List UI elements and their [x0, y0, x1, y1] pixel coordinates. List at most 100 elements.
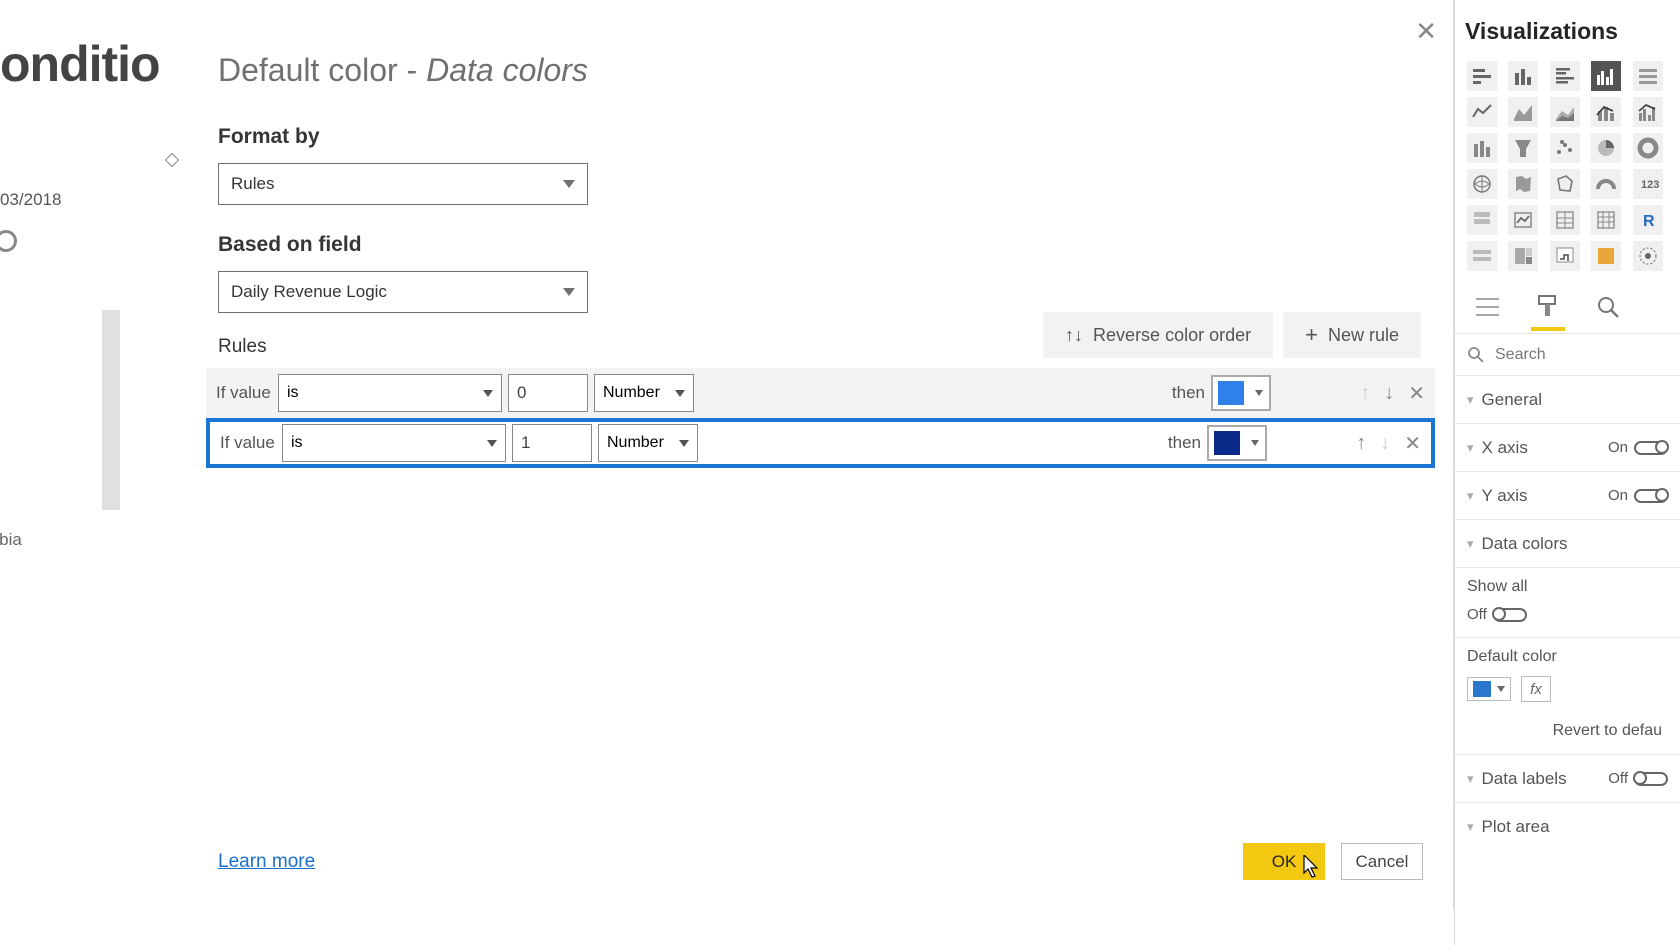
map-icon[interactable] [1467, 169, 1497, 199]
delete-icon[interactable]: ✕ [1404, 431, 1421, 456]
caret-down-icon [563, 288, 575, 296]
r-visual-icon[interactable]: R [1633, 205, 1663, 235]
svg-text:123: 123 [1641, 179, 1659, 191]
cancel-button[interactable]: Cancel [1341, 843, 1423, 880]
dialog-title: Default color - Data colors [218, 52, 1423, 89]
matrix-icon[interactable] [1591, 205, 1621, 235]
default-color-label: Default color [1467, 648, 1668, 666]
fields-icon[interactable] [1473, 293, 1503, 321]
value-input[interactable] [512, 424, 592, 462]
move-up-icon: ↑ [1360, 382, 1370, 405]
default-color-picker[interactable] [1467, 677, 1511, 701]
viz-type-grid: 123 R [1455, 57, 1680, 281]
format-by-dropdown[interactable]: Rules [218, 163, 588, 205]
chevron-down-icon: ▾ [1467, 536, 1474, 552]
caret-down-icon [675, 390, 685, 397]
shape-map-icon[interactable] [1550, 169, 1580, 199]
prop-general[interactable]: ▾General [1455, 375, 1680, 423]
caret-down-icon [1255, 390, 1263, 396]
import-visual-icon[interactable] [1633, 241, 1663, 271]
new-rule-button[interactable]: + New rule [1283, 312, 1421, 358]
python-visual-icon[interactable] [1591, 241, 1621, 271]
value-type: Number [607, 434, 664, 452]
y-axis-toggle[interactable]: On [1608, 487, 1668, 504]
waterfall-icon[interactable] [1550, 241, 1580, 271]
chevron-down-icon: ▾ [1467, 771, 1474, 787]
stacked-bar-chart-icon[interactable] [1467, 61, 1497, 91]
search-box[interactable]: Search [1455, 333, 1680, 375]
funnel-chart-icon[interactable] [1508, 133, 1538, 163]
delete-icon[interactable]: ✕ [1408, 381, 1425, 406]
slicer-icon[interactable] [1467, 241, 1497, 271]
rule-rows-container: If value is Number then ↑ ↓ [206, 368, 1435, 468]
ribbon-chart-icon[interactable] [1467, 133, 1497, 163]
pie-chart-icon[interactable] [1591, 133, 1621, 163]
prop-label: X axis [1482, 438, 1528, 458]
line-clustered-column-icon[interactable] [1633, 97, 1663, 127]
format-icon[interactable] [1533, 293, 1563, 321]
donut-chart-icon[interactable] [1633, 133, 1663, 163]
prop-x-axis[interactable]: ▾ X axis On [1455, 423, 1680, 471]
prop-y-axis[interactable]: ▾Y axis On [1455, 471, 1680, 519]
based-on-field-label: Based on field [218, 233, 1423, 257]
hundred-stacked-bar-icon[interactable] [1633, 61, 1663, 91]
condition-value: is [291, 434, 303, 452]
data-labels-toggle[interactable]: Off [1608, 770, 1668, 787]
show-all-toggle[interactable]: Off [1467, 606, 1668, 623]
prop-label: Data labels [1482, 769, 1567, 789]
revert-to-default-link[interactable]: Revert to defau [1467, 702, 1668, 740]
stacked-column-chart-icon[interactable] [1508, 61, 1538, 91]
chevron-down-icon: ▾ [1467, 440, 1474, 456]
report-title-partial: onditio [0, 35, 160, 93]
search-placeholder: Search [1495, 346, 1546, 364]
color-picker[interactable] [1207, 425, 1267, 461]
treemap-icon[interactable] [1508, 241, 1538, 271]
gauge-icon[interactable] [1591, 169, 1621, 199]
line-stacked-column-icon[interactable] [1591, 97, 1621, 127]
line-chart-icon[interactable] [1467, 97, 1497, 127]
card-icon[interactable]: 123 [1633, 169, 1663, 199]
prop-data-labels[interactable]: ▾ Data labels Off [1455, 754, 1680, 802]
conditional-formatting-dialog: ✕ Default color - Data colors Format by … [188, 0, 1454, 910]
filled-map-icon[interactable] [1508, 169, 1538, 199]
clustered-bar-chart-icon[interactable] [1550, 61, 1580, 91]
color-swatch-icon [1214, 431, 1240, 455]
diamond-icon [165, 153, 179, 167]
area-chart-icon[interactable] [1508, 97, 1538, 127]
rule-row[interactable]: If value is Number then ↑ ↓ [206, 368, 1435, 418]
condition-value: is [287, 384, 299, 402]
slider-handle[interactable] [0, 230, 17, 252]
multi-row-card-icon[interactable] [1467, 205, 1497, 235]
plus-icon: + [1305, 322, 1318, 348]
value-type-dropdown[interactable]: Number [594, 374, 694, 412]
reverse-color-order-button[interactable]: ↑↓ Reverse color order [1043, 312, 1273, 358]
scatter-chart-icon[interactable] [1550, 133, 1580, 163]
fx-button[interactable]: fx [1521, 676, 1551, 702]
format-by-value: Rules [231, 174, 274, 194]
move-up-icon[interactable]: ↑ [1356, 432, 1366, 455]
analytics-icon[interactable] [1593, 293, 1623, 321]
color-picker[interactable] [1211, 375, 1271, 411]
rule-row[interactable]: If value is Number then ↑ ↓ [206, 418, 1435, 468]
new-rule-label: New rule [1328, 325, 1399, 346]
x-axis-toggle[interactable]: On [1608, 439, 1668, 456]
table-icon[interactable] [1550, 205, 1580, 235]
based-on-field-dropdown[interactable]: Daily Revenue Logic [218, 271, 588, 313]
learn-more-link[interactable]: Learn more [218, 851, 315, 873]
ok-button[interactable]: OK [1243, 843, 1325, 880]
value-input[interactable] [508, 374, 588, 412]
prop-label: Plot area [1482, 817, 1550, 837]
caret-down-icon [483, 390, 493, 397]
clustered-column-chart-icon[interactable] [1591, 61, 1621, 91]
swap-vertical-icon: ↑↓ [1065, 325, 1083, 346]
move-down-icon[interactable]: ↓ [1384, 382, 1394, 405]
value-type-dropdown[interactable]: Number [598, 424, 698, 462]
condition-dropdown[interactable]: is [278, 374, 502, 412]
color-swatch-icon [1218, 381, 1244, 405]
prop-plot-area[interactable]: ▾Plot area [1455, 802, 1680, 850]
toggle-label: Off [1608, 770, 1628, 787]
kpi-icon[interactable] [1508, 205, 1538, 235]
prop-data-colors[interactable]: ▾Data colors [1455, 519, 1680, 567]
stacked-area-chart-icon[interactable] [1550, 97, 1580, 127]
condition-dropdown[interactable]: is [282, 424, 506, 462]
